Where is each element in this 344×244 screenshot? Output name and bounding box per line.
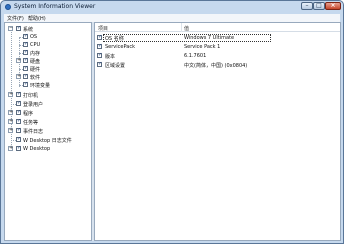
row-item: 版本 bbox=[105, 54, 116, 60]
expand-icon[interactable]: + bbox=[8, 118, 13, 124]
maximize-icon: □ bbox=[316, 2, 322, 9]
tree-item-label: 任务等 bbox=[23, 120, 39, 126]
tree-checkbox[interactable]: ✓ bbox=[23, 49, 28, 55]
tree-item-cpu[interactable]: ✓ CPU bbox=[5, 41, 91, 49]
tree-item-label: 软件 bbox=[30, 75, 41, 81]
title-bar[interactable]: System Information Viewer – □ × bbox=[1, 1, 343, 14]
app-window: System Information Viewer – □ × 文件(F) 帮助… bbox=[0, 0, 344, 244]
tree-item-disk[interactable]: + ✓ 硬盘 bbox=[5, 57, 91, 65]
row-checkbox[interactable]: ✓ bbox=[97, 52, 102, 58]
row-value: 6.1.7601 bbox=[184, 53, 207, 59]
tree-item-users[interactable]: ✓ 登录用户 bbox=[5, 100, 91, 108]
tree-item-label: 环境变量 bbox=[30, 83, 51, 89]
row-item: OS 名称 bbox=[105, 36, 124, 42]
tree-item-wdesktop-log[interactable]: ✓ W Desktop 日志文件 bbox=[5, 136, 91, 144]
tree-item-label: W Desktop bbox=[23, 146, 51, 152]
tree-checkbox[interactable]: ✓ bbox=[16, 91, 21, 97]
tree-checkbox[interactable]: ✓ bbox=[23, 65, 28, 71]
tree-item-label: OS bbox=[30, 34, 38, 40]
tree-item-label: 系统 bbox=[23, 27, 34, 33]
list-row[interactable]: ✓ ServicePack Service Pack 1 bbox=[95, 43, 340, 51]
tree-item-label: 内存 bbox=[30, 51, 41, 57]
minimize-button[interactable]: – bbox=[301, 2, 313, 10]
row-item: ServicePack bbox=[105, 44, 135, 50]
list-row[interactable]: ✓ 区域设置 中文(简体，中国) (0x0804) bbox=[95, 61, 340, 69]
list-row[interactable]: ✓ OS 名称 Windows 7 Ultimate bbox=[95, 34, 340, 42]
tree-checkbox[interactable]: ✓ bbox=[16, 136, 21, 142]
tree-item-hardware[interactable]: ✓ 硬件 bbox=[5, 65, 91, 73]
close-icon: × bbox=[330, 2, 336, 9]
expand-icon[interactable]: + bbox=[8, 91, 13, 97]
tree-checkbox[interactable]: ✓ bbox=[23, 81, 28, 87]
expand-icon[interactable]: + bbox=[16, 73, 21, 79]
collapse-icon[interactable]: − bbox=[8, 25, 13, 31]
tree-checkbox[interactable]: ✓ bbox=[16, 109, 21, 115]
tree-checkbox[interactable]: ✓ bbox=[16, 25, 21, 31]
row-value: Service Pack 1 bbox=[184, 44, 221, 50]
tree-item-env[interactable]: ✓ 环境变量 bbox=[5, 81, 91, 89]
tree-checkbox[interactable]: ✓ bbox=[16, 127, 21, 133]
close-button[interactable]: × bbox=[325, 2, 341, 10]
expand-icon[interactable]: + bbox=[16, 57, 21, 63]
row-value: 中文(简体，中国) (0x0804) bbox=[184, 63, 248, 69]
list-row[interactable]: ✓ 版本 6.1.7601 bbox=[95, 52, 340, 60]
row-checkbox[interactable]: ✓ bbox=[97, 43, 102, 49]
detail-list[interactable]: 项目 值 ✓ OS 名称 Windows 7 Ultimate ✓ Servic… bbox=[94, 22, 341, 241]
tree-item-label: CPU bbox=[30, 42, 41, 48]
row-checkbox[interactable]: ✓ bbox=[97, 61, 102, 67]
minimize-icon: – bbox=[305, 2, 309, 9]
tree-item-software[interactable]: + ✓ 软件 bbox=[5, 73, 91, 81]
row-value: Windows 7 Ultimate bbox=[184, 35, 235, 41]
tree-item-tasks[interactable]: + ✓ 任务等 bbox=[5, 118, 91, 126]
tree-checkbox[interactable]: ✓ bbox=[23, 57, 28, 63]
menu-help[interactable]: 帮助(H) bbox=[28, 15, 46, 22]
category-tree[interactable]: − ✓ 系统 ✓ OS ✓ CPU ✓ 内存 + ✓ 硬盘 ✓ 硬件 + ✓ 软… bbox=[4, 22, 92, 241]
row-item: 区域设置 bbox=[105, 63, 126, 69]
tree-item-system[interactable]: − ✓ 系统 bbox=[5, 25, 91, 33]
menu-bar: 文件(F) 帮助(H) bbox=[4, 14, 340, 22]
tree-item-printer[interactable]: + ✓ 打印机 bbox=[5, 91, 91, 99]
column-header-item[interactable]: 项目 bbox=[98, 25, 108, 32]
tree-item-label: 硬盘 bbox=[30, 59, 41, 65]
expand-icon[interactable]: + bbox=[8, 127, 13, 133]
window-title: System Information Viewer bbox=[14, 3, 96, 10]
maximize-button[interactable]: □ bbox=[313, 2, 325, 10]
tree-checkbox[interactable]: ✓ bbox=[16, 118, 21, 124]
expand-icon[interactable]: + bbox=[8, 109, 13, 115]
tree-checkbox[interactable]: ✓ bbox=[23, 33, 28, 39]
app-icon bbox=[5, 4, 11, 10]
tree-item-programs[interactable]: + ✓ 程序 bbox=[5, 109, 91, 117]
column-header-value[interactable]: 值 bbox=[184, 25, 189, 32]
tree-item-label: 程序 bbox=[23, 111, 34, 117]
tree-item-eventlog[interactable]: + ✓ 事件日志 bbox=[5, 127, 91, 135]
tree-checkbox[interactable]: ✓ bbox=[23, 73, 28, 79]
list-header: 项目 值 bbox=[95, 23, 340, 32]
tree-item-label: 事件日志 bbox=[23, 129, 44, 135]
tree-checkbox[interactable]: ✓ bbox=[16, 145, 21, 151]
tree-item-label: 硬件 bbox=[30, 67, 41, 73]
tree-item-memory[interactable]: ✓ 内存 bbox=[5, 49, 91, 57]
expand-icon[interactable]: + bbox=[8, 145, 13, 151]
tree-item-label: 登录用户 bbox=[23, 102, 44, 108]
tree-item-label: 打印机 bbox=[23, 93, 39, 99]
menu-file[interactable]: 文件(F) bbox=[7, 15, 24, 22]
tree-checkbox[interactable]: ✓ bbox=[23, 41, 28, 47]
row-checkbox[interactable]: ✓ bbox=[97, 34, 102, 40]
tree-item-wdesktop[interactable]: + ✓ W Desktop bbox=[5, 145, 91, 153]
tree-item-os[interactable]: ✓ OS bbox=[5, 33, 91, 41]
tree-checkbox[interactable]: ✓ bbox=[16, 100, 21, 106]
tree-item-label: W Desktop 日志文件 bbox=[23, 138, 72, 144]
